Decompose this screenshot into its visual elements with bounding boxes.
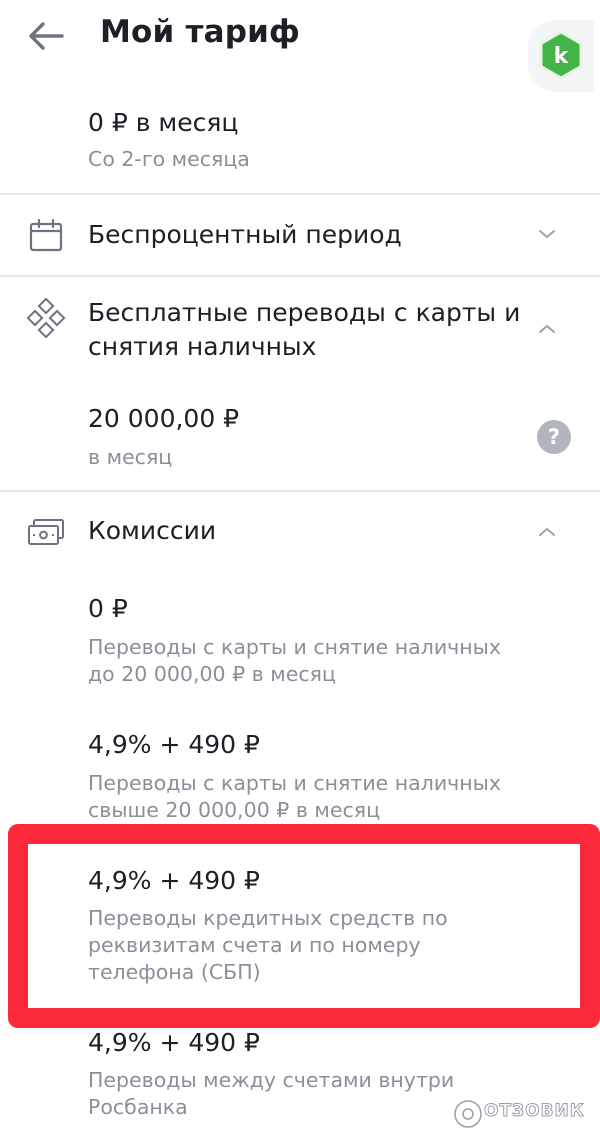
interest-free-title[interactable]: Беспроцентный период xyxy=(88,218,402,252)
highlight-frame xyxy=(8,824,600,1028)
divider xyxy=(0,490,600,492)
commission-value: 4,9% + 490 ₽ xyxy=(88,1028,260,1057)
help-button[interactable]: ? xyxy=(537,420,571,454)
chevron-down-icon[interactable] xyxy=(537,228,557,240)
divider xyxy=(0,193,600,195)
commissions-title[interactable]: Комиссии xyxy=(88,514,216,548)
logo-letter: k xyxy=(554,44,570,69)
commission-desc-line: Росбанка xyxy=(88,1095,188,1119)
commission-value: 4,9% + 490 ₽ xyxy=(88,730,260,759)
header: Мой тариф k xyxy=(0,0,600,92)
free-transfers-title-line1[interactable]: Бесплатные переводы с карты и xyxy=(88,296,520,330)
commission-value: 0 ₽ xyxy=(88,594,128,623)
free-transfers-amount: 20 000,00 ₽ xyxy=(88,404,240,433)
tariff-screen: Мой тариф k 0 ₽ в месяц Со 2-го месяца Б… xyxy=(0,0,600,1141)
watermark: ОТЗОВИК xyxy=(450,1092,596,1136)
otzovik-logo-icon xyxy=(453,1099,483,1129)
commission-desc-line: Переводы с карты и снятие наличных xyxy=(88,635,502,659)
monthly-fee-value: 0 ₽ в месяц xyxy=(88,108,239,137)
monthly-fee-note: Со 2-го месяца xyxy=(88,147,250,171)
commission-desc-line: до 20 000,00 ₽ в месяц xyxy=(88,662,336,686)
calendar-icon xyxy=(28,218,64,258)
watermark-text: ОТЗОВИК xyxy=(484,1101,585,1122)
bank-logo[interactable]: k xyxy=(528,20,594,92)
hexagon-logo-icon: k xyxy=(539,30,583,80)
back-button[interactable] xyxy=(26,18,66,54)
free-transfers-period: в месяц xyxy=(88,445,173,469)
divider xyxy=(0,275,600,277)
free-transfers-title-line2[interactable]: снятия наличных xyxy=(88,330,316,364)
arrow-left-icon xyxy=(29,22,64,50)
cash-icon xyxy=(26,518,66,552)
diamond-grid-icon xyxy=(26,297,66,342)
chevron-up-icon[interactable] xyxy=(537,323,557,335)
commission-desc-line: Переводы с карты и снятие наличных xyxy=(88,771,502,795)
page-title: Мой тариф xyxy=(100,14,301,50)
commission-desc-line: свыше 20 000,00 ₽ в месяц xyxy=(88,798,381,822)
chevron-up-icon[interactable] xyxy=(537,526,557,538)
commission-desc-line: Переводы между счетами внутри xyxy=(88,1068,455,1092)
